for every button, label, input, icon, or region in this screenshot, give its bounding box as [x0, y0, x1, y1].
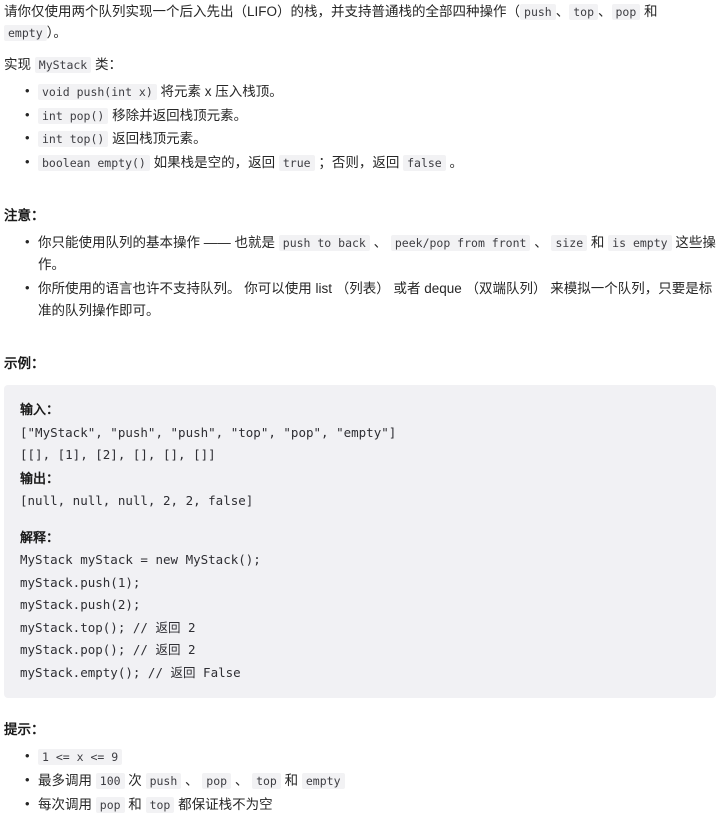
example-code-block: 输入： ["MyStack", "push", "push", "top", "…	[4, 385, 716, 699]
example-heading: 示例：	[4, 355, 45, 371]
method-desc-empty-c: 。	[445, 155, 463, 171]
intro-and: 和	[640, 4, 658, 19]
code-false: false	[403, 155, 446, 172]
code-mystack-class: MyStack	[34, 56, 92, 73]
code-void-push: void push(int x)	[38, 83, 157, 100]
implement-paragraph: 实现 MyStack 类：	[4, 53, 717, 76]
input-line-2: [[], [1], [2], [], [], []]	[20, 447, 216, 463]
code-push-to-back: push to back	[278, 235, 370, 252]
code-hint3-pop: pop	[95, 796, 125, 813]
code-hint3-top: top	[145, 796, 175, 813]
explain-label: 解释：	[20, 529, 60, 545]
code-hint-pop: pop	[202, 772, 232, 789]
explain-line-6: myStack.empty(); // 返回 False	[20, 664, 241, 680]
explain-line-5: myStack.pop(); // 返回 2	[20, 642, 196, 658]
code-hint-top: top	[252, 772, 281, 789]
method-desc-empty-a: 如果栈是空的，返回	[149, 155, 279, 171]
list-item: int pop() 移除并返回栈顶元素。	[25, 104, 717, 127]
method-desc-pop: 移除并返回栈顶元素。	[108, 107, 248, 123]
hint-2-mid: 次	[124, 772, 146, 788]
code-size: size	[551, 235, 588, 252]
code-pop: pop	[611, 4, 641, 20]
input-line-1: ["MyStack", "push", "push", "top", "pop"…	[20, 424, 397, 440]
note-1-sep-1: 、	[369, 235, 391, 251]
hint-3-pre: 每次调用	[38, 796, 96, 812]
code-peek-pop-from-front: peek/pop from front	[390, 235, 531, 252]
method-list: void push(int x) 将元素 x 压入栈顶。 int pop() 移…	[4, 80, 717, 174]
method-desc-empty-b: ；否则，返回	[314, 155, 404, 171]
hint-2-sep-2: 、	[231, 772, 253, 788]
intro-text-post: ）。	[46, 24, 67, 40]
method-desc-push: 将元素 x 压入栈顶。	[156, 83, 283, 99]
code-true: true	[278, 155, 315, 172]
code-top: top	[569, 4, 598, 20]
input-label: 输入：	[20, 402, 60, 418]
hint-2-and: 和	[280, 772, 302, 788]
code-boolean-empty: boolean empty()	[38, 155, 150, 172]
output-label: 输出：	[20, 470, 60, 486]
code-is-empty: is empty	[608, 235, 672, 252]
output-line-1: [null, null, null, 2, 2, false]	[20, 493, 254, 509]
explain-line-1: MyStack myStack = new MyStack();	[20, 552, 261, 568]
intro-text-pre: 请你仅使用两个队列实现一个后入先出（LIFO）的栈，并支持普通栈的全部四种操作（	[4, 4, 521, 19]
list-item: 你只能使用队列的基本操作 —— 也就是 push to back 、 peek/…	[25, 231, 717, 276]
code-empty: empty	[4, 24, 47, 41]
implement-post: 类：	[91, 56, 122, 72]
problem-description-page: 请你仅使用两个队列实现一个后入先出（LIFO）的栈，并支持普通栈的全部四种操作（…	[0, 0, 721, 816]
list-item: int top() 返回栈顶元素。	[25, 127, 717, 150]
code-push: push	[520, 4, 556, 20]
note-1-and: 和	[587, 235, 609, 251]
explain-line-3: myStack.push(2);	[20, 597, 141, 613]
list-item: void push(int x) 将元素 x 压入栈顶。	[25, 80, 717, 103]
list-item: 每次调用 pop 和 top 都保证栈不为空	[25, 793, 717, 816]
code-hint-empty: empty	[301, 772, 345, 789]
code-call-count: 100	[95, 772, 125, 789]
hints-heading: 提示：	[4, 722, 45, 738]
hint-2-sep-1: 、	[181, 772, 203, 788]
code-gap	[20, 513, 700, 526]
hint-3-post: 都保证栈不为空	[174, 796, 273, 812]
code-int-pop: int pop()	[38, 107, 109, 124]
list-item: boolean empty() 如果栈是空的，返回 true ；否则，返回 fa…	[25, 151, 717, 174]
hints-list: 1 <= x <= 9 最多调用 100 次 push 、 pop 、 top …	[4, 745, 717, 816]
explain-line-4: myStack.top(); // 返回 2	[20, 619, 196, 635]
intro-sep-1: 、	[555, 4, 570, 19]
list-item: 你所使用的语言也许不支持队列。 你可以使用 list （列表） 或者 deque…	[25, 277, 717, 322]
hint-3-mid: 和	[124, 796, 146, 812]
code-hint-push: push	[145, 772, 182, 789]
notes-heading: 注意：	[4, 208, 45, 224]
method-desc-top: 返回栈顶元素。	[108, 131, 207, 147]
implement-pre: 实现	[4, 56, 35, 72]
code-x-range: 1 <= x <= 9	[38, 749, 123, 766]
note-2-text: 你所使用的语言也许不支持队列。 你可以使用 list （列表） 或者 deque…	[38, 280, 713, 318]
explain-line-2: myStack.push(1);	[20, 574, 141, 590]
hint-2-pre: 最多调用	[38, 772, 96, 788]
list-item: 最多调用 100 次 push 、 pop 、 top 和 empty	[25, 769, 717, 792]
intro-paragraph: 请你仅使用两个队列实现一个后入先出（LIFO）的栈，并支持普通栈的全部四种操作（…	[4, 0, 717, 44]
list-item: 1 <= x <= 9	[25, 745, 717, 768]
intro-sep-2: 、	[598, 4, 612, 19]
code-int-top: int top()	[38, 131, 109, 148]
note-1-sep-2: 、	[530, 235, 552, 251]
note-1-pre: 你只能使用队列的基本操作 —— 也就是	[38, 235, 279, 251]
notes-list: 你只能使用队列的基本操作 —— 也就是 push to back 、 peek/…	[4, 231, 717, 322]
